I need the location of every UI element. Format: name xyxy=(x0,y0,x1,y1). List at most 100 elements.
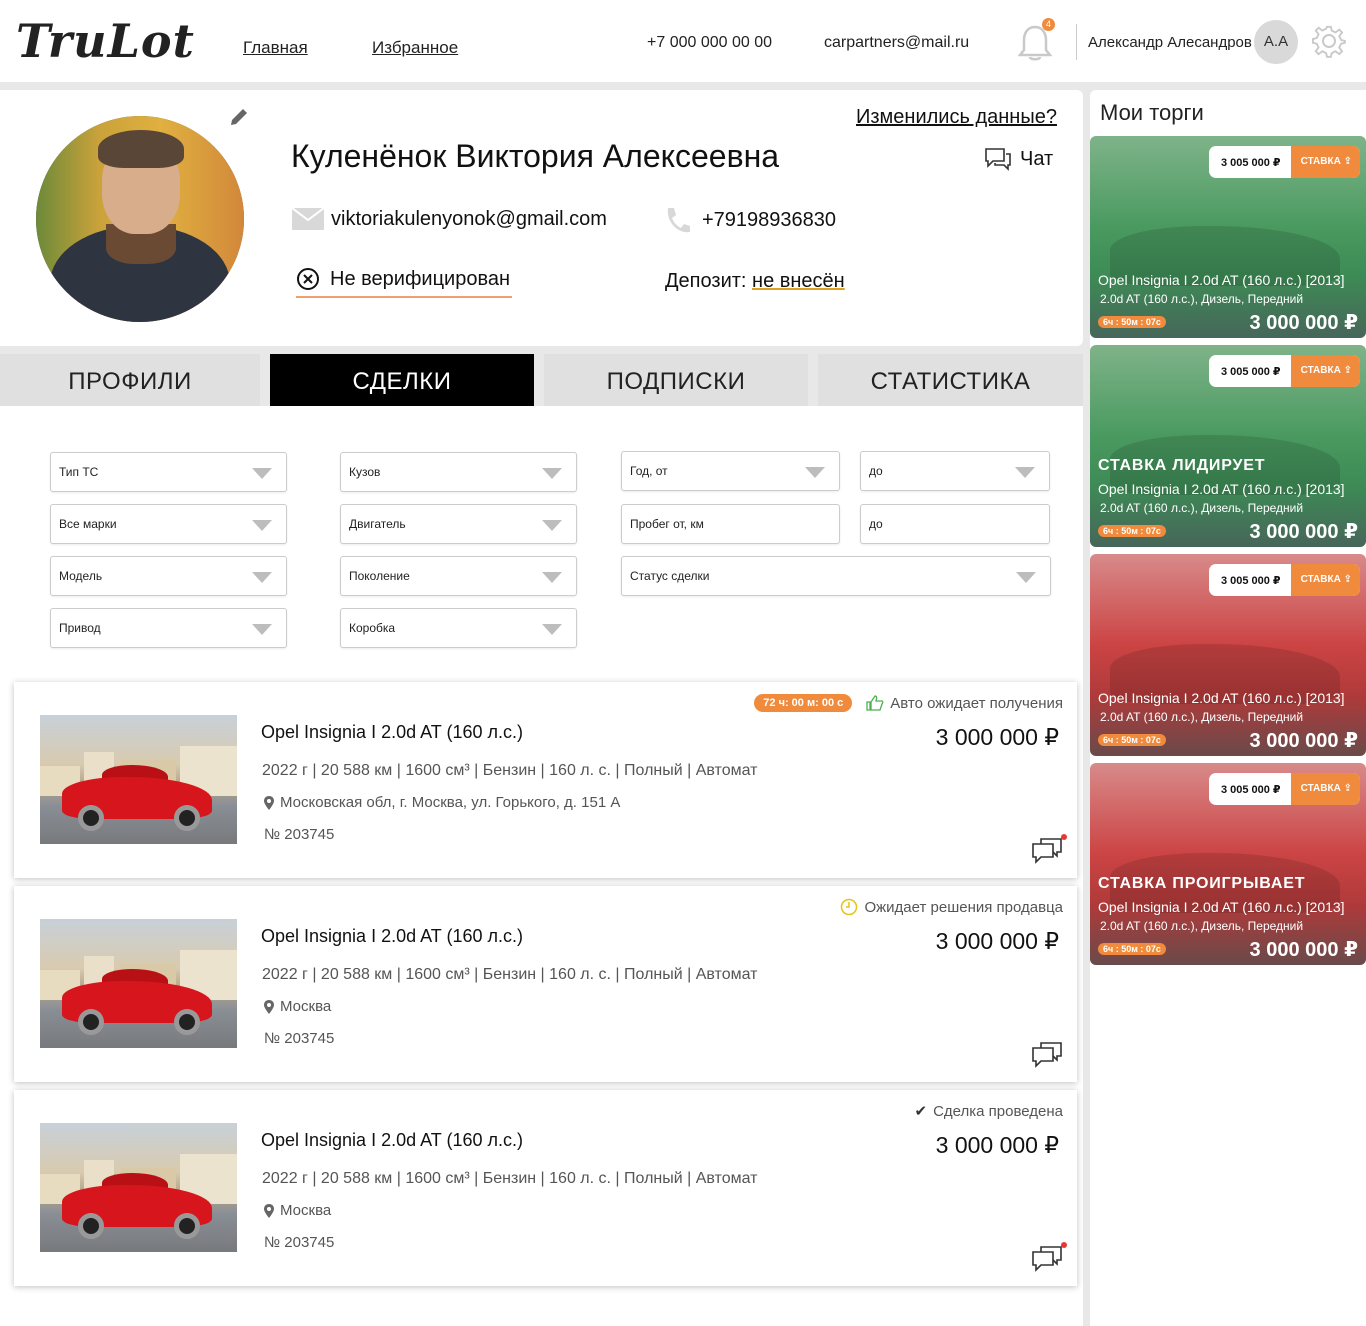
deal-status: Ожидает решения продавца xyxy=(840,898,1063,916)
filter-year-from[interactable]: Год, от xyxy=(621,451,840,491)
bid-car-name: Opel Insignia I 2.0d AT (160 л.с.) [2013… xyxy=(1098,481,1345,497)
raise-icon: ⇪ xyxy=(1343,156,1352,167)
filter-vehicle-type[interactable]: Тип ТС xyxy=(50,452,287,492)
tab-profiles[interactable]: ПРОФИЛИ xyxy=(0,354,260,406)
tab-deals[interactable]: СДЕЛКИ xyxy=(270,354,534,406)
filter-engine-label: Двигатель xyxy=(349,517,406,531)
deal-location: Московская обл, г. Москва, ул. Горького,… xyxy=(264,794,620,811)
data-changed-link[interactable]: Изменились данные? xyxy=(856,106,1057,129)
deposit-link[interactable]: не внесён xyxy=(752,270,845,292)
deal-status: ✔ Сделка проведена xyxy=(914,1102,1063,1121)
deal-specs: 2022 г | 20 588 км | 1600 см³ | Бензин |… xyxy=(262,966,758,983)
profile-phone[interactable]: +79198936830 xyxy=(702,209,836,232)
chat-icon[interactable] xyxy=(1031,1040,1063,1068)
filter-body[interactable]: Кузов xyxy=(340,452,577,492)
check-icon: ✔ xyxy=(914,1103,928,1120)
filter-engine[interactable]: Двигатель xyxy=(340,504,577,544)
bid-pill[interactable]: 3 005 000 ₽ СТАВКА ⇪ xyxy=(1208,564,1360,596)
filter-deal-status[interactable]: Статус сделки xyxy=(621,556,1051,596)
bid-card[interactable]: 3 005 000 ₽ СТАВКА ⇪ СТАВКА ЛИДИРУЕТ Ope… xyxy=(1090,345,1366,547)
deal-number: № 203745 xyxy=(264,1234,335,1251)
bid-car-spec: 2.0d AT (160 л.с.), Дизель, Передний xyxy=(1100,501,1304,515)
nav-link-home[interactable]: Главная xyxy=(243,38,308,58)
edit-pencil-icon[interactable] xyxy=(228,106,250,128)
map-pin-icon xyxy=(264,795,274,810)
deal-card[interactable]: Opel Insignia I 2.0d AT (160 л.с.) ✔ Сде… xyxy=(14,1090,1077,1286)
filter-year-to[interactable]: до xyxy=(860,451,1050,491)
deal-title[interactable]: Opel Insignia I 2.0d AT (160 л.с.) xyxy=(261,1130,523,1151)
bid-state: СТАВКА ЛИДИРУЕТ xyxy=(1098,457,1266,474)
user-name[interactable]: Александр Алесандров xyxy=(1088,34,1252,51)
gear-icon[interactable] xyxy=(1312,24,1346,58)
avatar[interactable]: А.А xyxy=(1254,20,1298,64)
filter-gearbox[interactable]: Коробка xyxy=(340,608,577,648)
filter-vehicle-type-label: Тип ТС xyxy=(59,465,99,479)
bid-state: СТАВКА ПРОИГРЫВАЕТ xyxy=(1098,875,1306,892)
deal-location-text: Москва xyxy=(280,998,332,1015)
chevron-down-icon xyxy=(542,572,562,583)
chat-icon xyxy=(985,148,1011,171)
deal-title[interactable]: Opel Insignia I 2.0d AT (160 л.с.) xyxy=(261,722,523,743)
filter-mileage-from-label: Пробег от, км xyxy=(630,517,704,531)
filter-year-to-label: до xyxy=(869,464,883,478)
chevron-down-icon xyxy=(805,467,825,478)
chevron-down-icon xyxy=(252,624,272,635)
bid-pill[interactable]: 3 005 000 ₽ СТАВКА ⇪ xyxy=(1208,146,1360,178)
bid-timer: 6ч : 50м : 07с xyxy=(1098,316,1166,328)
stake-button[interactable]: СТАВКА ⇪ xyxy=(1290,564,1360,596)
chat-icon[interactable] xyxy=(1031,1244,1063,1272)
tab-subscriptions[interactable]: ПОДПИСКИ xyxy=(544,354,808,406)
stake-label: СТАВКА xyxy=(1300,574,1341,585)
filter-drive[interactable]: Привод xyxy=(50,608,287,648)
chevron-down-icon xyxy=(252,468,272,479)
bid-car-name: Opel Insignia I 2.0d AT (160 л.с.) [2013… xyxy=(1098,899,1345,915)
deal-specs: 2022 г | 20 588 км | 1600 см³ | Бензин |… xyxy=(262,762,758,779)
filter-model[interactable]: Модель xyxy=(50,556,287,596)
deal-title[interactable]: Opel Insignia I 2.0d AT (160 л.с.) xyxy=(261,926,523,947)
raise-icon: ⇪ xyxy=(1343,783,1352,794)
bid-timer: 6ч : 50м : 07с xyxy=(1098,943,1166,955)
deposit-label: Депозит: xyxy=(665,270,747,292)
raise-icon: ⇪ xyxy=(1343,574,1352,585)
header-email[interactable]: carpartners@mail.ru xyxy=(824,34,969,52)
chat-label: Чат xyxy=(1020,147,1054,170)
bid-amount: 3 005 000 ₽ xyxy=(1220,156,1281,169)
filter-generation[interactable]: Поколение xyxy=(340,556,577,596)
filter-mileage-to[interactable]: до xyxy=(860,504,1050,544)
verification-status[interactable]: Не верифицирован xyxy=(296,266,513,298)
bid-pill[interactable]: 3 005 000 ₽ СТАВКА ⇪ xyxy=(1208,773,1360,805)
filter-brands[interactable]: Все марки xyxy=(50,504,287,544)
tab-statistics[interactable]: СТАТИСТИКА xyxy=(818,354,1083,406)
chevron-down-icon xyxy=(542,468,562,479)
filter-brands-label: Все марки xyxy=(59,517,117,531)
filter-mileage-from[interactable]: Пробег от, км xyxy=(621,504,840,544)
deal-status-text: Авто ожидает получения xyxy=(890,694,1063,712)
deal-card[interactable]: Opel Insignia I 2.0d AT (160 л.с.) Ожида… xyxy=(14,886,1077,1082)
chevron-down-icon xyxy=(252,520,272,531)
deal-number: № 203745 xyxy=(264,826,335,843)
profile-chat-button[interactable]: Чат xyxy=(984,146,1053,172)
stake-button[interactable]: СТАВКА ⇪ xyxy=(1290,146,1360,178)
logo[interactable]: TruLot xyxy=(16,14,195,68)
filter-body-label: Кузов xyxy=(349,465,381,479)
header-phone[interactable]: +7 000 000 00 00 xyxy=(647,34,772,52)
deal-card[interactable]: Opel Insignia I 2.0d AT (160 л.с.) 72 ч:… xyxy=(14,682,1077,878)
filter-year-from-label: Год, от xyxy=(630,464,668,478)
profile-email[interactable]: viktoriakulenyonok@gmail.com xyxy=(331,208,607,231)
nav-link-favorites[interactable]: Избранное xyxy=(372,38,458,58)
filter-deal-status-label: Статус сделки xyxy=(630,569,710,583)
deal-price: 3 000 000 ₽ xyxy=(935,724,1059,750)
close-circle-icon xyxy=(297,268,319,290)
deal-price: 3 000 000 ₽ xyxy=(935,928,1059,954)
deal-location-text: Московская обл, г. Москва, ул. Горького,… xyxy=(280,794,621,811)
bid-timer: 6ч : 50м : 07с xyxy=(1098,525,1166,537)
bid-pill[interactable]: 3 005 000 ₽ СТАВКА ⇪ xyxy=(1208,355,1360,387)
chat-icon[interactable] xyxy=(1031,836,1063,864)
bid-card[interactable]: 3 005 000 ₽ СТАВКА ⇪ СТАВКА ПРОИГРЫВАЕТ … xyxy=(1090,763,1366,965)
bid-card[interactable]: 3 005 000 ₽ СТАВКА ⇪ Opel Insignia I 2.0… xyxy=(1090,136,1366,338)
chevron-down-icon xyxy=(542,624,562,635)
bid-card[interactable]: 3 005 000 ₽ СТАВКА ⇪ Opel Insignia I 2.0… xyxy=(1090,554,1366,756)
stake-button[interactable]: СТАВКА ⇪ xyxy=(1290,773,1360,805)
stake-button[interactable]: СТАВКА ⇪ xyxy=(1290,355,1360,387)
top-header: TruLot Главная Избранное +7 000 000 00 0… xyxy=(0,0,1366,82)
